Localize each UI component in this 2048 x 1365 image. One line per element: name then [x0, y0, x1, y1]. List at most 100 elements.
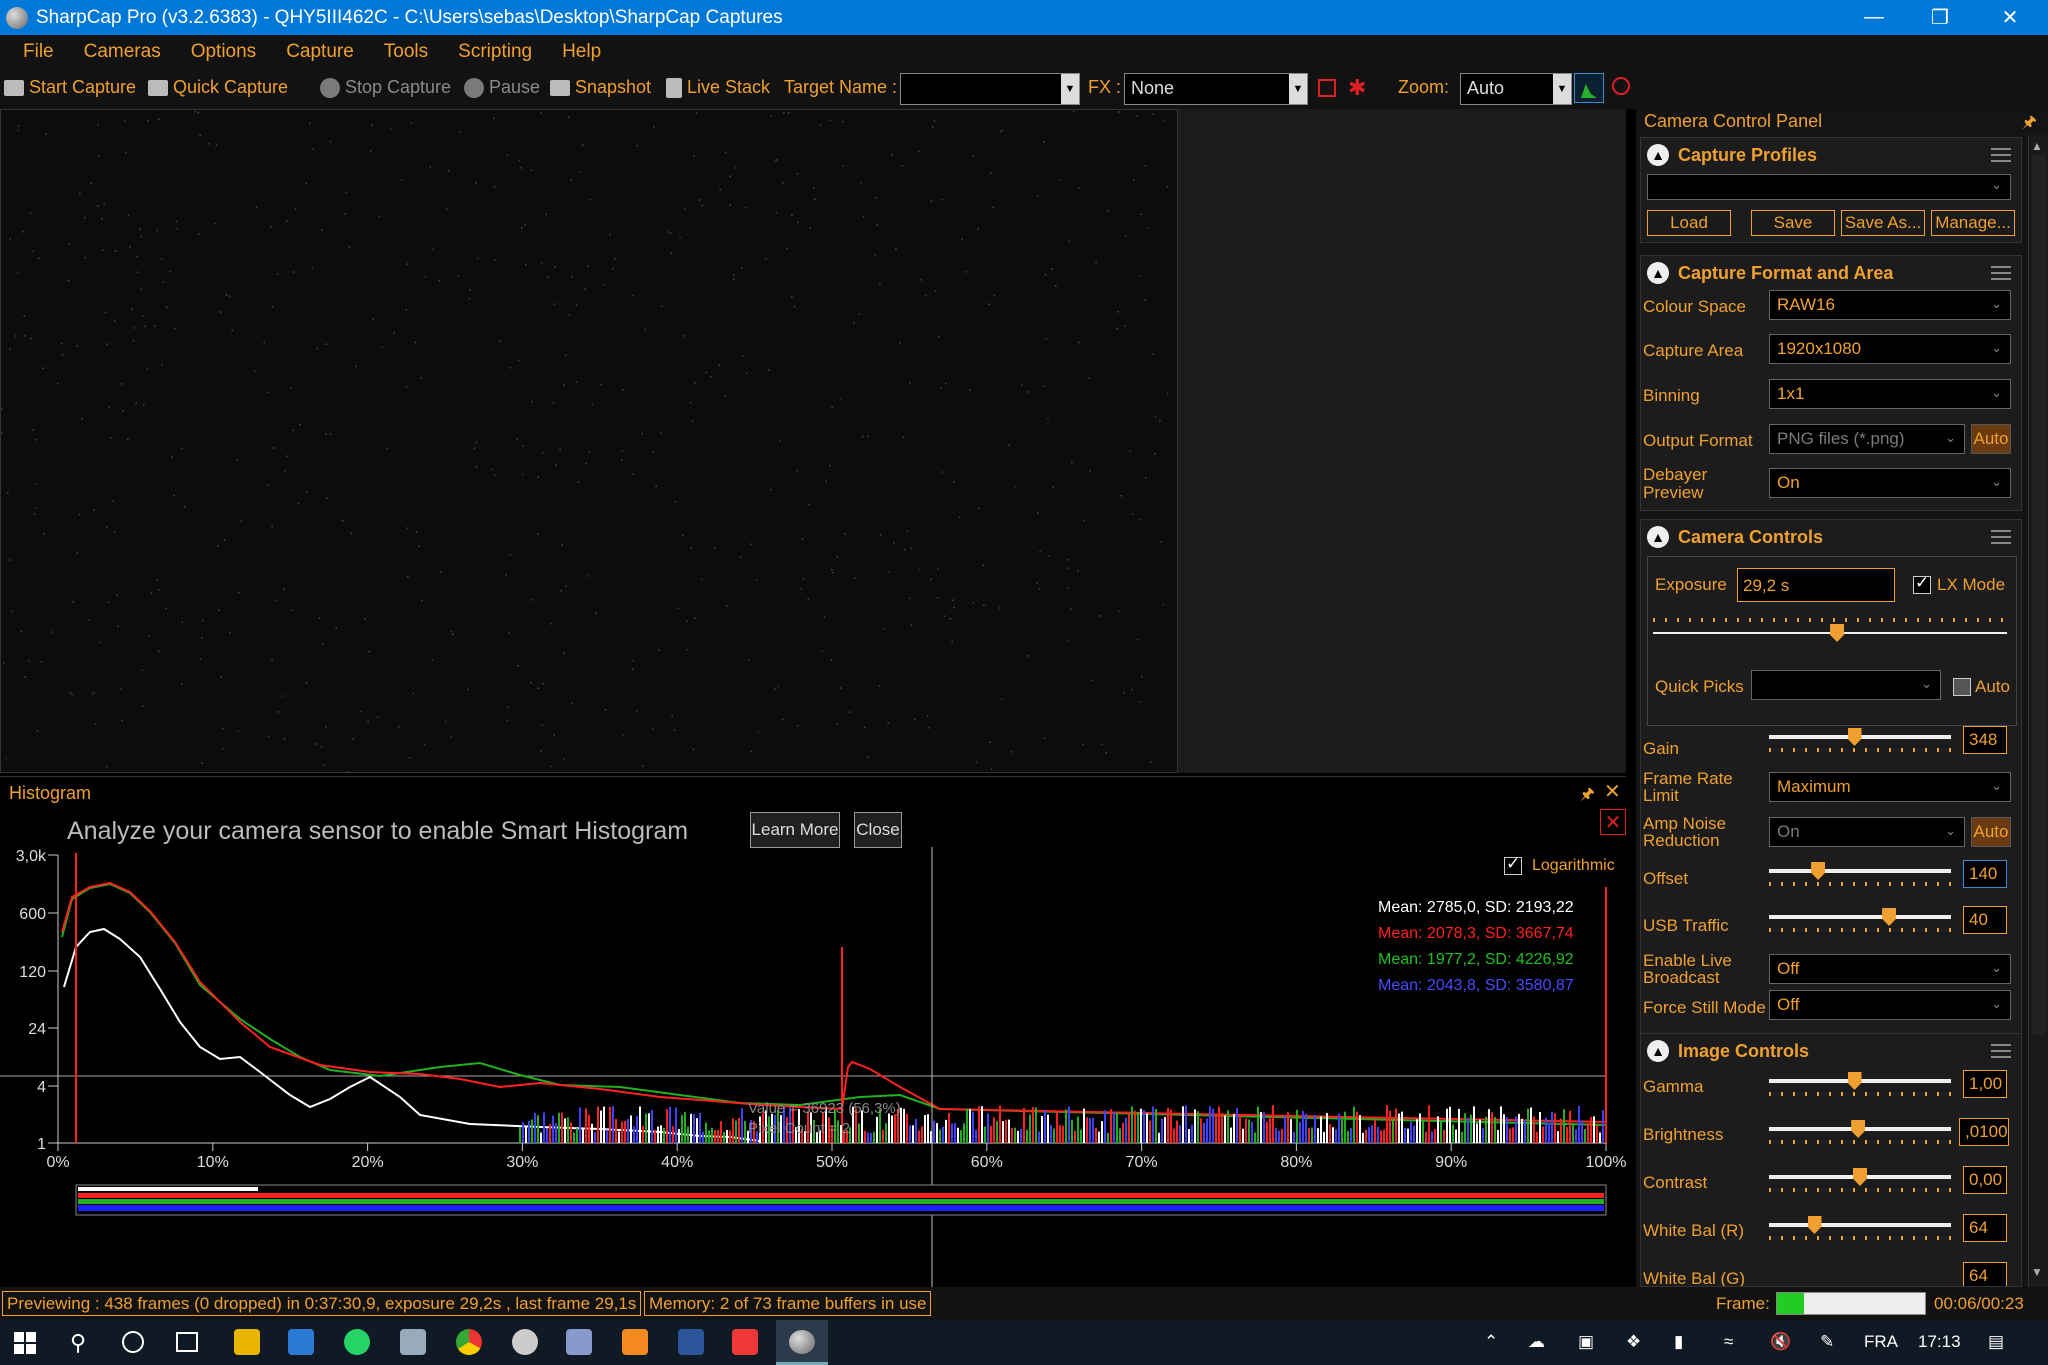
contrast-value[interactable]: 0,00	[1963, 1166, 2007, 1194]
battery-icon[interactable]: ▮	[1674, 1332, 1683, 1352]
snapshot-button[interactable]: Snapshot	[550, 77, 651, 98]
menu-icon[interactable]	[1991, 148, 2011, 162]
word-icon[interactable]	[678, 1329, 704, 1355]
scroll-down-icon[interactable]: ▼	[2031, 1265, 2043, 1279]
task-view-icon[interactable]	[176, 1332, 198, 1352]
whatsapp-icon[interactable]	[344, 1329, 370, 1355]
menu-scripting[interactable]: Scripting	[458, 41, 532, 63]
scroll-up-icon[interactable]: ▲	[2031, 139, 2043, 153]
menu-icon[interactable]	[1991, 530, 2011, 544]
slider-thumb[interactable]	[1811, 862, 1826, 880]
zoom-select[interactable]: Auto ▼	[1460, 73, 1572, 105]
capture-profiles-header[interactable]: ▲ Capture Profiles	[1647, 140, 1817, 170]
manage-profiles-button[interactable]: Manage...	[1931, 210, 2015, 236]
gamma-slider[interactable]	[1769, 1070, 1951, 1100]
vivaldi-icon[interactable]	[732, 1329, 758, 1355]
file-explorer-icon[interactable]	[234, 1329, 260, 1355]
collapse-icon[interactable]: ▲	[1647, 526, 1669, 548]
reticle-square-icon[interactable]	[1318, 79, 1336, 97]
amp-noise-auto-button[interactable]: Auto	[1971, 817, 2011, 847]
cortana-icon[interactable]	[122, 1331, 144, 1353]
output-format-auto-button[interactable]: Auto	[1971, 424, 2011, 454]
astro-app-icon[interactable]	[400, 1329, 426, 1355]
slider-thumb[interactable]	[1847, 1072, 1862, 1090]
stop-capture-button[interactable]: Stop Capture	[320, 77, 451, 98]
amp-noise-select[interactable]: On ⌄	[1769, 817, 1965, 847]
orange-app-icon[interactable]	[622, 1329, 648, 1355]
force-still-select[interactable]: Off ⌄	[1769, 990, 2011, 1020]
colour-space-select[interactable]: RAW16 ⌄	[1769, 290, 2011, 320]
offset-slider[interactable]	[1769, 860, 1951, 890]
dismiss-red-icon[interactable]: ✕	[1600, 809, 1626, 835]
load-profile-button[interactable]: Load	[1647, 210, 1731, 236]
slider-thumb[interactable]	[1853, 1168, 1867, 1186]
dropbox-icon[interactable]: ❖	[1626, 1332, 1641, 1352]
capture-format-header[interactable]: ▲ Capture Format and Area	[1647, 258, 1893, 288]
collapse-icon[interactable]: ▲	[1647, 144, 1669, 166]
crosshair-x-icon[interactable]: ✱	[1348, 75, 1366, 101]
profile-select[interactable]: ⌄	[1647, 174, 2011, 200]
image-controls-header[interactable]: ▲ Image Controls	[1647, 1036, 1809, 1066]
usb-traffic-slider[interactable]	[1769, 906, 1951, 936]
collapse-icon[interactable]: ▲	[1647, 262, 1669, 284]
pin-icon[interactable]: 🖈	[2022, 111, 2037, 138]
restore-button[interactable]: ❐	[1908, 0, 1972, 35]
close-banner-button[interactable]: Close	[854, 812, 902, 848]
quick-capture-button[interactable]: Quick Capture	[148, 77, 288, 98]
slider-thumb[interactable]	[1830, 624, 1845, 642]
menu-icon[interactable]	[1991, 266, 2011, 280]
pen-icon[interactable]: ✎	[1820, 1332, 1834, 1352]
debayer-preview-select[interactable]: On ⌄	[1769, 468, 2011, 498]
show-hidden-icons[interactable]: ⌃	[1484, 1332, 1498, 1352]
pin-icon[interactable]: 🖈	[1580, 783, 1595, 810]
fx-select[interactable]: None ▼	[1124, 73, 1308, 105]
frame-rate-select[interactable]: Maximum ⌄	[1769, 772, 2011, 802]
histogram-toggle-icon[interactable]	[1574, 73, 1604, 103]
white-bal-r-value[interactable]: 64	[1963, 1214, 2007, 1242]
usb-traffic-value[interactable]: 40	[1963, 906, 2007, 934]
collapse-icon[interactable]: ▲	[1647, 1040, 1669, 1062]
save-profile-button[interactable]: Save	[1751, 210, 1835, 236]
gamma-value[interactable]: 1,00	[1963, 1070, 2007, 1098]
app-icon[interactable]	[512, 1329, 538, 1355]
chrome-icon[interactable]	[456, 1329, 482, 1355]
menu-tools[interactable]: Tools	[384, 41, 428, 63]
histogram-chart[interactable]: 3,0k 600 120 24 4 10% 10% 20% 30% 40% 50% 60% 70% 80%…	[0, 847, 1626, 1288]
learn-more-button[interactable]: Learn More	[750, 812, 840, 848]
gain-value[interactable]: 348	[1963, 726, 2007, 754]
menu-help[interactable]: Help	[562, 41, 601, 63]
clock[interactable]: 17:13	[1918, 1332, 1961, 1352]
brightness-value[interactable]: ,0100	[1959, 1118, 2009, 1146]
target-icon[interactable]	[1612, 77, 1630, 95]
sharpcap-taskbar-button[interactable]	[776, 1320, 828, 1365]
mail-icon[interactable]	[288, 1329, 314, 1355]
chevron-down-icon[interactable]: ▼	[1289, 74, 1307, 104]
minimize-button[interactable]: —	[1842, 0, 1906, 35]
wifi-icon[interactable]: ≈	[1724, 1332, 1733, 1352]
camera-image-view[interactable]	[0, 109, 1178, 773]
live-broadcast-select[interactable]: Off ⌄	[1769, 954, 2011, 984]
slider-thumb[interactable]	[1847, 728, 1862, 746]
chevron-down-icon[interactable]: ▼	[1061, 74, 1079, 104]
output-format-select[interactable]: PNG files (*.png) ⌄	[1769, 424, 1965, 454]
close-histogram-icon[interactable]: ✕	[1604, 779, 1621, 804]
menu-icon[interactable]	[1991, 1044, 2011, 1058]
quick-picks-select[interactable]: ⌄	[1751, 670, 1941, 700]
exposure-slider[interactable]	[1653, 618, 2007, 648]
menu-options[interactable]: Options	[191, 41, 256, 63]
quick-picks-auto-checkbox[interactable]	[1953, 678, 1971, 696]
document-app-icon[interactable]	[566, 1329, 592, 1355]
onedrive-icon[interactable]: ☁	[1528, 1332, 1545, 1352]
lx-mode-checkbox[interactable]	[1913, 573, 1931, 594]
target-name-input[interactable]: ▼	[900, 73, 1080, 105]
language-indicator[interactable]: FRA	[1864, 1332, 1898, 1352]
white-bal-r-slider[interactable]	[1769, 1214, 1951, 1244]
gain-slider[interactable]	[1769, 726, 1951, 756]
start-capture-button[interactable]: Start Capture	[4, 77, 136, 98]
menu-capture[interactable]: Capture	[286, 41, 354, 63]
slider-thumb[interactable]	[1851, 1120, 1866, 1138]
slider-thumb[interactable]	[1882, 908, 1897, 926]
action-center-icon[interactable]: ▤	[1988, 1332, 2004, 1352]
camera-controls-header[interactable]: ▲ Camera Controls	[1647, 522, 1823, 552]
save-as-profile-button[interactable]: Save As...	[1841, 210, 1925, 236]
